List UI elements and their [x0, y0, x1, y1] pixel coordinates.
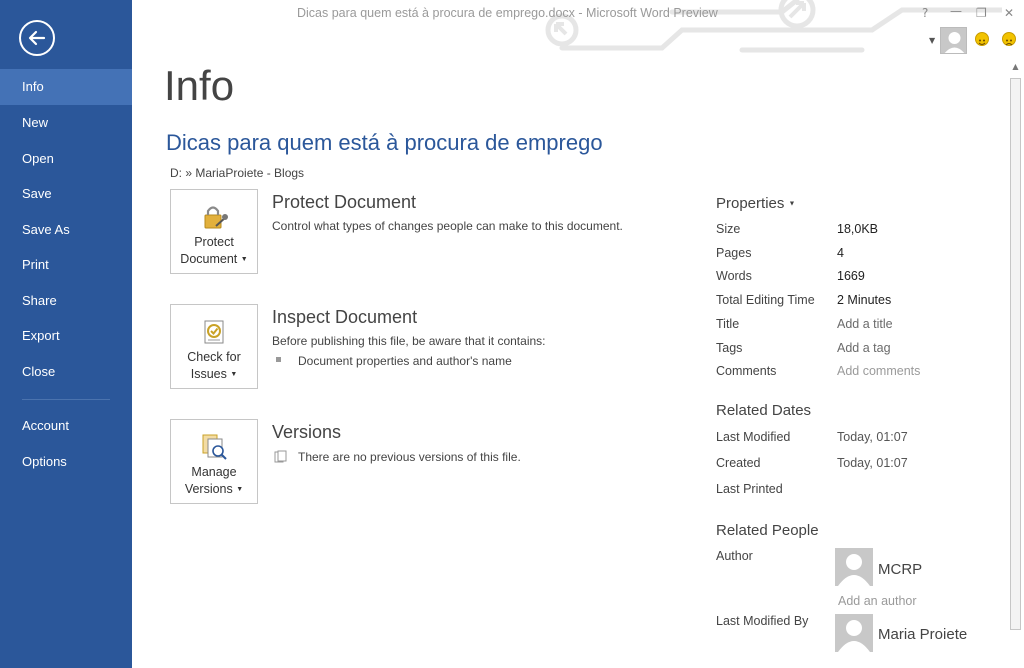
window-title: Dicas para quem está à procura de empreg… [297, 6, 718, 20]
nav-close[interactable]: Close [0, 354, 132, 390]
protect-button-line1: Protect [194, 235, 234, 249]
prop-label-pages: Pages [716, 246, 752, 260]
account-avatar[interactable] [940, 27, 967, 54]
comments-field[interactable]: Add comments [837, 364, 920, 378]
last-modified-by-name[interactable]: Maria Proiete [878, 626, 967, 643]
restore-button[interactable]: ❐ [976, 6, 987, 20]
inspect-heading: Inspect Document [272, 307, 418, 327]
inspect-description: Before publishing this file, be aware th… [272, 334, 546, 348]
check-issues-icon [204, 320, 224, 344]
user-silhouette-icon [838, 620, 870, 652]
properties-dropdown[interactable]: Properties ▼ [716, 195, 795, 212]
title-field[interactable]: Add a title [837, 317, 893, 331]
prop-label-size: Size [716, 222, 741, 236]
chevron-down-icon: ▼ [240, 256, 248, 264]
date-label-last-printed: Last Printed [716, 482, 783, 496]
scrollbar-thumb[interactable] [1010, 78, 1021, 630]
author-name[interactable]: MCRP [878, 561, 922, 578]
nav-share[interactable]: Share [0, 283, 132, 319]
back-arrow-icon [28, 30, 46, 46]
prop-label-words: Words [716, 269, 752, 283]
nav-options[interactable]: Options [0, 444, 132, 480]
versions-description: There are no previous versions of this f… [298, 450, 521, 464]
user-silhouette-icon [944, 32, 965, 53]
protect-button-line2: Document [180, 252, 238, 266]
nav-save[interactable]: Save [0, 176, 132, 212]
versions-heading: Versions [272, 422, 342, 442]
nav-print[interactable]: Print [0, 247, 132, 283]
protect-document-button[interactable]: Protect Document ▼ [170, 189, 258, 274]
versions-button-line2: Versions [184, 482, 233, 496]
protect-description: Control what types of changes people can… [272, 219, 623, 233]
author-label: Author [716, 549, 753, 563]
related-dates-heading: Related Dates [716, 402, 812, 419]
document-title: Dicas para quem está à procura de empreg… [166, 130, 603, 155]
date-label-last-modified: Last Modified [716, 430, 791, 444]
close-window-button[interactable]: ✕ [1004, 6, 1014, 20]
prop-label-comments: Comments [716, 364, 777, 378]
chevron-down-icon: ▼ [236, 486, 244, 494]
document-path-link[interactable]: D: » MariaProiete - Blogs [170, 166, 304, 180]
account-dropdown-icon[interactable]: ▼ [929, 36, 935, 45]
scroll-up-icon[interactable]: ▲ [1010, 62, 1021, 71]
send-smile-icon[interactable] [975, 32, 989, 46]
user-silhouette-icon [838, 554, 870, 586]
page-title: Info [164, 62, 235, 109]
author-avatar[interactable] [835, 548, 873, 586]
manage-versions-button[interactable]: Manage Versions ▼ [170, 419, 258, 504]
nav-open[interactable]: Open [0, 141, 132, 177]
versions-button-line1: Manage [191, 465, 237, 479]
date-label-created: Created [716, 456, 761, 470]
protect-heading: Protect Document [272, 192, 417, 212]
issues-button-line1: Check for [187, 350, 241, 364]
nav-divider [22, 399, 110, 400]
send-frown-icon[interactable] [1002, 32, 1016, 46]
properties-heading: Properties [716, 195, 785, 212]
prop-label-editing-time: Total Editing Time [716, 293, 815, 307]
date-value-last-modified: Today, 01:07 [837, 430, 908, 444]
chevron-down-icon: ▼ [230, 371, 238, 379]
last-modified-by-label: Last Modified By [716, 614, 809, 628]
bullet-icon [276, 357, 281, 362]
document-versions-icon [274, 450, 287, 463]
prop-value-pages: 4 [837, 246, 844, 260]
related-people-heading: Related People [716, 522, 819, 539]
tags-field[interactable]: Add a tag [837, 341, 891, 355]
title-bar: Dicas para quem está à procura de empreg… [132, 0, 1024, 53]
add-author-field[interactable]: Add an author [838, 594, 917, 608]
prop-label-tags: Tags [716, 341, 743, 355]
lock-key-icon [204, 206, 228, 229]
check-for-issues-button[interactable]: Check for Issues ▼ [170, 304, 258, 389]
nav-info[interactable]: Info [0, 69, 132, 105]
issues-button-line2: Issues [190, 367, 227, 381]
help-button[interactable]: ? [922, 6, 928, 20]
minimize-button[interactable]: — [950, 4, 962, 18]
prop-value-words: 1669 [837, 269, 865, 283]
manage-versions-icon [202, 434, 227, 460]
inspect-bullet: Document properties and author's name [298, 354, 512, 368]
prop-value-editing-time: 2 Minutes [837, 293, 892, 307]
nav-new[interactable]: New [0, 105, 132, 141]
prop-value-size: 18,0KB [837, 222, 879, 236]
nav-export[interactable]: Export [0, 318, 132, 354]
nav-account[interactable]: Account [0, 408, 132, 444]
back-button[interactable] [19, 20, 55, 56]
nav-save-as[interactable]: Save As [0, 212, 132, 248]
date-value-created: Today, 01:07 [837, 456, 908, 470]
chevron-down-icon: ▼ [788, 200, 796, 208]
vertical-scrollbar[interactable]: ▲ [1007, 60, 1024, 668]
last-modified-by-avatar[interactable] [835, 614, 873, 652]
backstage-sidebar: Info New Open Save Save As Print Share E… [0, 0, 132, 668]
prop-label-title: Title [716, 317, 740, 331]
